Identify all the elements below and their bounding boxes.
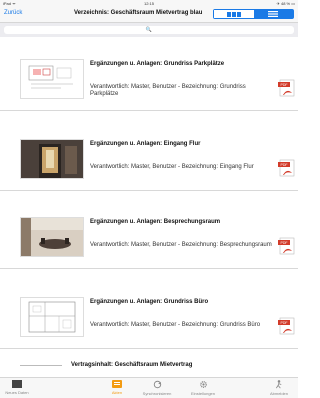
tab-bar: Neues Daten Akten Synchronisieren Einste… [0,377,298,398]
grid-view-button[interactable] [214,10,254,18]
tab-logout[interactable]: Abmelden [262,380,296,396]
row-title: Ergänzungen u. Anlagen: Besprechungsraum [90,219,221,225]
row-title: Ergänzungen u. Anlagen: Eingang Flur [90,141,201,147]
status-time: 12:15 [143,1,154,6]
entrance-photo-thumbnail [20,139,84,179]
back-button[interactable]: Zurück [4,10,22,16]
nav-bar: Zurück Verzeichnis: Geschäftsraum Mietve… [0,7,298,23]
tab-label: Abmelden [269,391,288,396]
meeting-room-photo-thumbnail [20,217,84,257]
list-item[interactable]: Ergänzungen u. Anlagen: Besprechungsraum… [0,195,298,269]
row-subtitle: Verantwortlich: Master, Benutzer - Bezei… [90,242,272,248]
page-title: Verzeichnis: Geschäftsraum Mietvertrag b… [74,10,203,16]
status-bar: iPad ᯤ 12:15 ✈ 48 % ▭ [0,0,298,7]
list-item[interactable]: Vertragsinhalt: Geschäftsraum Mietvertra… [0,357,298,377]
tab-akten[interactable]: Akten [100,380,134,395]
list-view-button[interactable] [253,10,293,18]
view-mode-switch[interactable] [213,9,294,19]
tab-new-data[interactable]: Neues Daten [0,380,34,395]
tab-label: Einstellungen [190,391,216,396]
gear-icon [199,381,207,388]
pdf-label: PDF [281,241,288,245]
row-title: Ergänzungen u. Anlagen: Grundriss Büro [90,299,209,305]
row-title: Ergänzungen u. Anlagen: Grundriss Parkpl… [90,61,225,67]
row-subtitle: Verantwortlich: Master, Benutzer - Bezei… [90,322,261,328]
row-subtitle: Verantwortlich: Master, Benutzer - Bezei… [90,84,246,97]
grid-view-icon [226,11,241,17]
row-title: Vertragsinhalt: Geschäftsraum Mietvertra… [71,362,193,368]
pdf-label: PDF [281,83,288,87]
list-item[interactable]: Ergänzungen u. Anlagen: Eingang Flur Ver… [0,117,298,191]
search-bar: 🔍 [0,23,298,37]
tab-label: Neues Daten [5,390,29,395]
pdf-icon[interactable]: PDF [278,237,300,255]
floorplan-parking-thumbnail [20,59,84,99]
pdf-icon[interactable]: PDF [278,79,300,97]
pdf-icon[interactable]: PDF [278,317,300,335]
tab-settings[interactable]: Einstellungen [186,380,220,396]
pdf-label: PDF [281,321,288,325]
tab-label: Akten [111,390,123,395]
row-subtitle: Verantwortlich: Master, Benutzer - Bezei… [90,164,254,170]
tab-label: Synchronisieren [142,391,172,396]
person-exit-icon [275,380,282,389]
files-icon [112,380,122,388]
search-input[interactable]: 🔍 [4,26,294,34]
list-item[interactable]: Ergänzungen u. Anlagen: Grundriss Büro V… [0,275,298,349]
floorplan-office-thumbnail [20,297,84,337]
list-item[interactable]: Ergänzungen u. Anlagen: Grundriss Parkpl… [0,37,298,111]
sync-icon [153,380,161,389]
tab-sync[interactable]: Synchronisieren [140,380,174,396]
pdf-icon[interactable]: PDF [278,159,300,177]
list-view-icon [268,11,279,17]
pdf-label: PDF [281,163,288,167]
folder-icon [12,380,22,388]
status-right: ✈ 48 % ▭ [276,1,295,6]
